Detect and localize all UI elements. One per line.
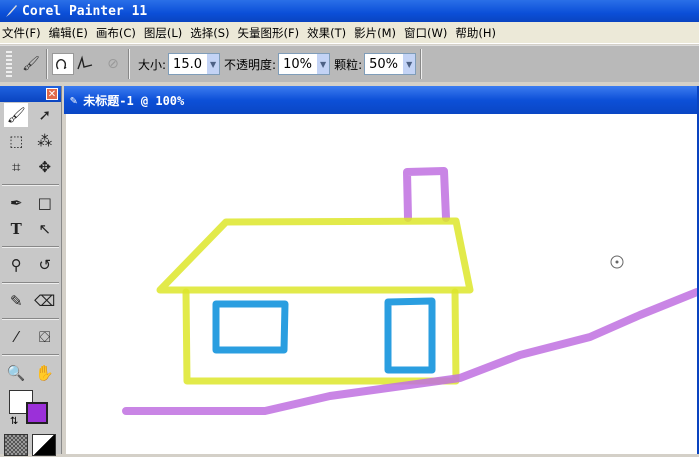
paper-selector-icon[interactable] xyxy=(4,434,28,456)
close-icon[interactable]: ✕ xyxy=(46,88,58,100)
swap-colors-icon[interactable]: ⇅ xyxy=(10,416,18,427)
grain-field[interactable]: ▼ xyxy=(364,53,417,75)
rectangle-icon[interactable]: □ xyxy=(33,191,57,215)
painter-brush-icon xyxy=(6,5,17,17)
menu-effects[interactable]: 效果(T) xyxy=(305,25,352,41)
chevron-down-icon[interactable]: ▼ xyxy=(207,54,220,74)
app-title: Corel Painter 11 xyxy=(22,3,148,19)
grabber-hand-icon[interactable]: ✋ xyxy=(33,361,57,385)
menu-window[interactable]: 窗口(W) xyxy=(402,25,453,41)
menu-help[interactable]: 帮助(H) xyxy=(453,25,502,41)
title-bar: Corel Painter 11 xyxy=(0,0,699,22)
drawing-canvas[interactable] xyxy=(66,114,699,454)
divider xyxy=(420,49,423,79)
divider xyxy=(46,49,48,79)
ground-stroke xyxy=(122,288,699,415)
chevron-down-icon[interactable]: ▼ xyxy=(403,54,416,74)
chevron-down-icon[interactable]: ▼ xyxy=(317,54,330,74)
toolbar-grip[interactable] xyxy=(6,51,12,77)
transform-icon[interactable]: ✥ xyxy=(33,155,57,179)
roof-stroke xyxy=(156,217,474,294)
size-input[interactable] xyxy=(169,56,208,72)
painting xyxy=(122,167,699,415)
crop-icon[interactable]: ⌗ xyxy=(4,155,28,179)
menu-shapes[interactable]: 矢量图形(F) xyxy=(236,25,306,41)
brush-tool-icon[interactable]: 🖌 xyxy=(4,103,29,127)
text-icon[interactable]: T xyxy=(4,217,28,241)
window-stroke xyxy=(212,300,289,354)
document-title-bar: ✎ 未标题-1 @ 100% xyxy=(64,86,699,114)
toolbox-panel: ✕ 🖌 ➚ ⬚ ⁂ ⌗ ✥ ✒ □ T ↖ ⚲ ↺ ✎ ⌫ ⁄ ⛋ 🔍 ✋ ⇅ xyxy=(0,86,62,456)
menu-layers[interactable]: 图层(L) xyxy=(142,25,188,41)
opacity-field[interactable]: ▼ xyxy=(278,53,331,75)
document-icon: ✎ xyxy=(70,93,78,107)
magic-wand-icon[interactable]: ⁂ xyxy=(33,129,57,153)
additional-color-swatch[interactable] xyxy=(26,402,48,424)
eraser-icon[interactable]: ⌫ xyxy=(33,289,57,313)
divider xyxy=(128,49,130,79)
straight-line-stroke-icon[interactable] xyxy=(74,53,96,75)
opacity-label: 不透明度: xyxy=(224,57,277,72)
menu-file[interactable]: 文件(F) xyxy=(0,25,47,41)
document-title: 未标题-1 @ 100% xyxy=(83,93,185,108)
menu-select[interactable]: 选择(S) xyxy=(188,25,235,41)
color-swatches: ⇅ xyxy=(0,386,61,434)
rect-select-icon[interactable]: ⬚ xyxy=(4,129,28,153)
opacity-input[interactable] xyxy=(279,56,318,72)
menu-canvas[interactable]: 画布(C) xyxy=(94,25,142,41)
freehand-stroke-icon[interactable] xyxy=(52,53,74,75)
property-bar: 🖌 ⊘ 大小: ▼ 不透明度: ▼ 颗粒: ▼ xyxy=(0,45,699,82)
gradient-selector-icon[interactable] xyxy=(32,434,56,456)
size-field[interactable]: ▼ xyxy=(168,53,221,75)
menu-bar: 文件(F) 编辑(E) 画布(C) 图层(L) 选择(S) 矢量图形(F) 效果… xyxy=(0,22,699,44)
size-label: 大小: xyxy=(138,57,167,72)
dodge-icon[interactable]: ⚲ xyxy=(4,253,28,277)
menu-edit[interactable]: 编辑(E) xyxy=(47,25,94,41)
rotate-icon[interactable]: ↺ xyxy=(33,253,57,277)
menu-movie[interactable]: 影片(M) xyxy=(352,25,402,41)
magnifier-icon[interactable]: 🔍 xyxy=(4,361,28,385)
grain-label: 颗粒: xyxy=(334,57,363,72)
shape-select-icon[interactable]: ↖ xyxy=(33,217,57,241)
toolbox-header: ✕ xyxy=(0,86,61,102)
door-stroke xyxy=(384,297,436,374)
dropper-icon[interactable]: ⁄ xyxy=(4,325,28,349)
layer-adjuster-icon[interactable]: ➚ xyxy=(33,103,57,127)
reset-brush-icon[interactable]: ⊘ xyxy=(102,53,124,75)
grain-input[interactable] xyxy=(365,56,404,72)
paint-bucket-icon[interactable]: ⛋ xyxy=(33,325,57,349)
brush-icon[interactable]: 🖌 xyxy=(20,53,42,75)
chimney-stroke xyxy=(403,167,450,222)
pen-icon[interactable]: ✒ xyxy=(4,191,28,215)
cloner-icon[interactable]: ✎ xyxy=(4,289,28,313)
